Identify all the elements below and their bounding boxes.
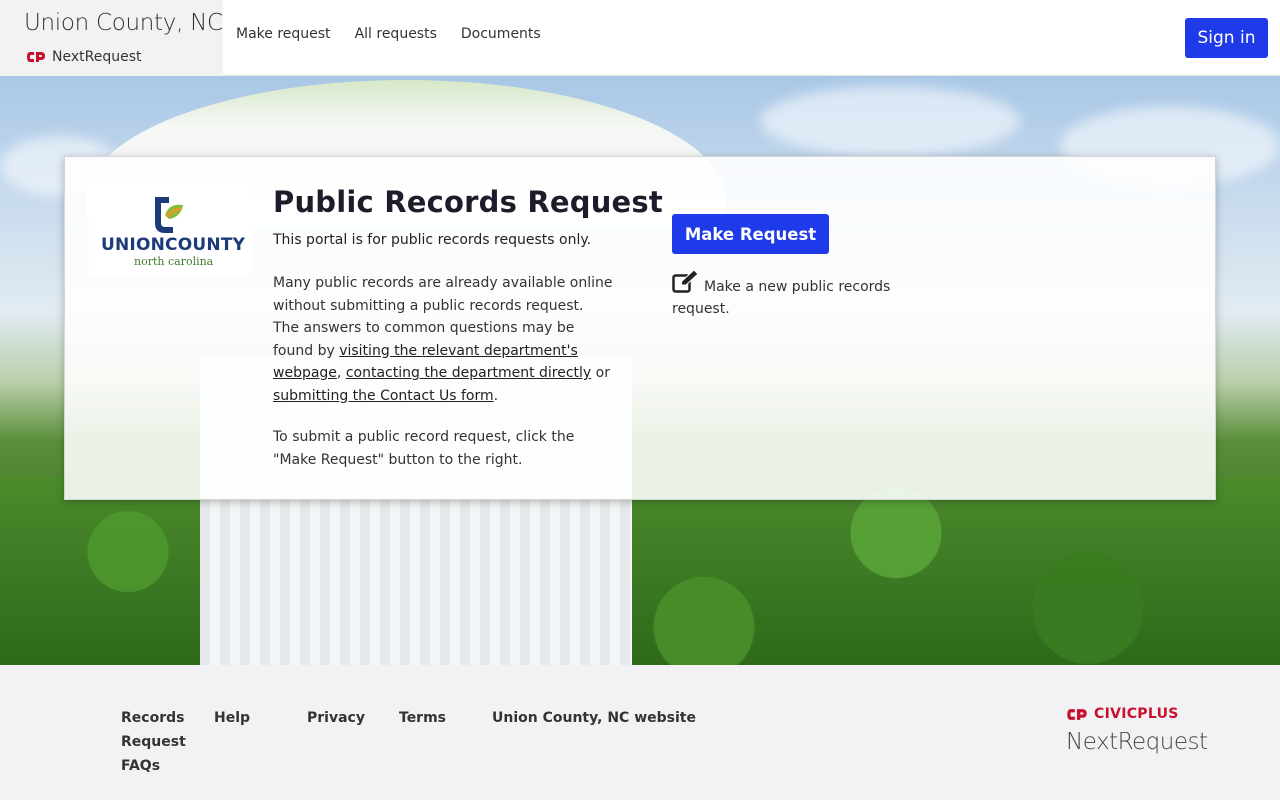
lead-text: This portal is for public records reques… [273,232,592,248]
sign-in-button[interactable]: Sign in [1185,18,1268,58]
nextrequest-brand: NextRequest [26,49,141,65]
footer-county-website-link[interactable]: Union County, NC website [492,706,696,730]
site-footer: Records Request FAQs Help Privacy Terms … [0,665,1280,800]
civicplus-mark-icon [1067,708,1087,720]
cloud [760,86,1020,156]
footer-privacy-link[interactable]: Privacy [307,706,365,730]
site-header: Union County, NC NextRequest Make reques… [0,0,1280,76]
page-title: Public Records Request [273,185,663,219]
info-paragraph: Many public records are already availabl… [273,275,613,404]
brand-name: NextRequest [52,49,142,65]
nav-make-request[interactable]: Make request [236,26,331,42]
make-request-description: Make a new public records request. [672,270,912,320]
county-logo-mark-icon [155,197,183,233]
instruction-paragraph: To submit a public record request, click… [273,429,575,468]
nav-documents[interactable]: Documents [461,26,541,42]
make-request-button[interactable]: Make Request [672,214,829,254]
nextrequest-footer-logo[interactable]: NextRequest [1066,729,1208,755]
footer-help-link[interactable]: Help [214,706,250,730]
civicplus-logo-icon [27,52,45,62]
footer-records-faqs-link[interactable]: Records Request FAQs [121,706,186,778]
county-logo: UNIONCOUNTY north carolina [89,183,251,275]
org-title[interactable]: Union County, NC [24,10,223,36]
main-nav: Make request All requests Documents [236,26,541,42]
civicplus-logo[interactable]: CIVICPLUS [1066,706,1179,722]
contact-us-form-link[interactable]: submitting the Contact Us form [273,388,494,404]
nav-all-requests[interactable]: All requests [355,26,437,42]
edit-icon [672,270,699,293]
footer-terms-link[interactable]: Terms [399,706,446,730]
brand-block[interactable]: Union County, NC NextRequest [0,0,223,76]
logo-wordmark: UNIONCOUNTY [101,235,246,255]
forest [0,476,1280,665]
contact-department-link[interactable]: contacting the department directly [346,365,591,381]
logo-subtitle: north carolina [134,255,214,268]
intro-card: UNIONCOUNTY north carolina Public Record… [64,156,1216,500]
